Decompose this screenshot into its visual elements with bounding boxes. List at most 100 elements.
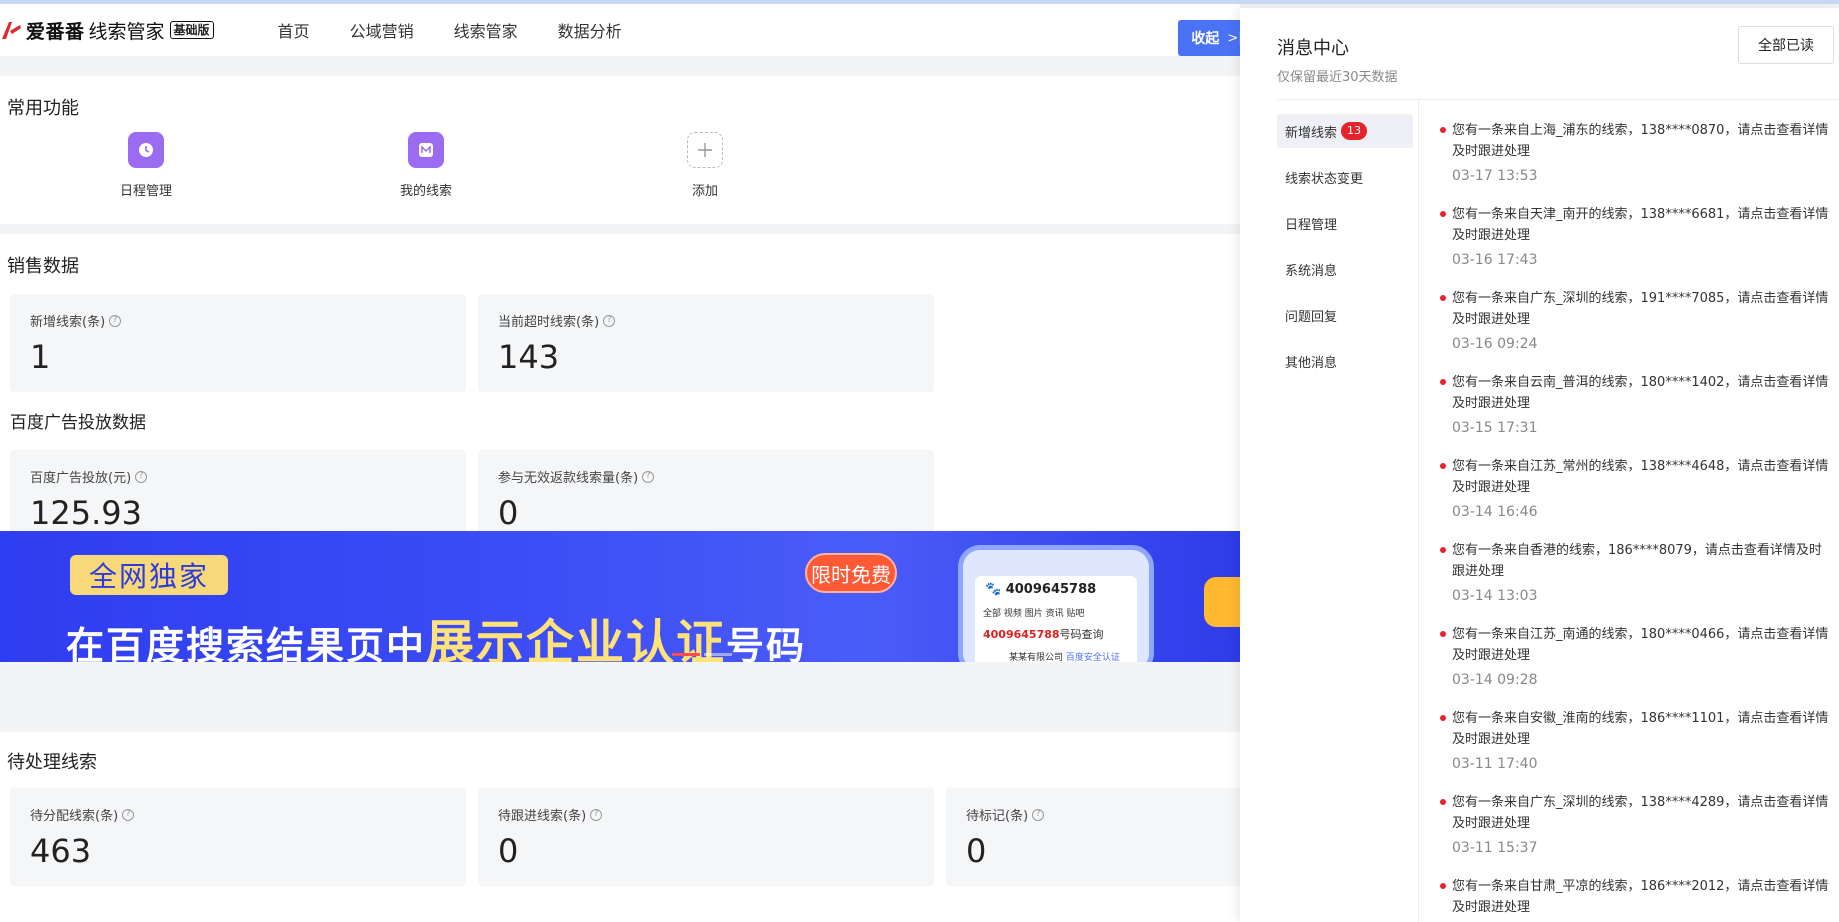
quick-item-schedule[interactable]: 日程管理 [86, 132, 206, 199]
category-lead-status-change[interactable]: 线索状态变更 [1277, 160, 1413, 194]
phone-tabs: 全部 视频 图片 资讯 贴吧 [983, 609, 1085, 619]
message-item[interactable]: 您有一条来自广东_深圳的线索，191****7085，请点击查看详情及时跟进处理… [1440, 288, 1830, 352]
baidu-ads-title: 百度广告投放数据 [10, 413, 146, 433]
message-text: 您有一条来自安徽_淮南的线索，186****1101，请点击查看详情及时跟进处理 [1440, 708, 1830, 750]
nav-home[interactable]: 首页 [278, 18, 310, 42]
message-item[interactable]: 您有一条来自天津_南开的线索，138****6681，请点击查看详情及时跟进处理… [1440, 204, 1830, 268]
quick-item-label: 我的线索 [399, 184, 452, 199]
nav-data-analysis[interactable]: 数据分析 [558, 18, 622, 42]
nav-public-marketing[interactable]: 公域营销 [350, 18, 414, 42]
product-name: 线索管家 [88, 20, 165, 43]
phone-cert-badge: 百度安全认证 [1065, 653, 1120, 662]
banner-text-before: 在百度搜索结果页中 [66, 623, 427, 662]
message-time: 03-14 09:28 [1452, 672, 1538, 688]
banner-carousel-dots [672, 653, 736, 656]
carousel-dot[interactable] [672, 653, 700, 656]
quick-item-add[interactable]: 添加 [645, 132, 765, 199]
quick-item-label: 日程管理 [119, 184, 172, 199]
quick-item-my-leads[interactable]: 我的线索 [366, 132, 486, 199]
sales-data-card: 销售数据 新增线索(条)? 1 当前超时线索(条)? 143 百度广告投放数据 … [0, 234, 1240, 564]
message-time: 03-16 09:24 [1452, 336, 1538, 352]
stat-label: 参与无效返款线索量(条)? [498, 467, 655, 486]
message-time: 03-11 15:37 [1452, 840, 1538, 856]
promo-banner[interactable]: 全网独家 在百度搜索结果页中展示企业认证号码 限时免费 🐾 4009645788… [0, 531, 1240, 662]
brand-name: 爱番番 [26, 20, 85, 43]
message-item[interactable]: 您有一条来自云南_普洱的线索，180****1402，请点击查看详情及时跟进处理… [1440, 372, 1830, 436]
banner-cta-button[interactable] [1204, 577, 1240, 627]
message-item[interactable]: 您有一条来自江苏_常州的线索，138****4648，请点击查看详情及时跟进处理… [1440, 456, 1830, 520]
stat-label: 待标记(条)? [966, 805, 1045, 824]
nav-leads-manager[interactable]: 线索管家 [454, 18, 518, 42]
help-icon[interactable]: ? [122, 808, 135, 821]
phone-company-line: 某某有限公司 百度安全认证 [1009, 650, 1120, 662]
stat-value: 0 [966, 832, 987, 870]
banner-phone-illustration: 🐾 4009645788 全部 视频 图片 资讯 贴吧 4009645788号码… [958, 545, 1154, 662]
stat-new-leads[interactable]: 新增线索(条)? 1 [10, 294, 466, 392]
help-icon[interactable]: ? [135, 470, 148, 483]
phone-company-name: 某某有限公司 [1009, 653, 1064, 662]
message-text: 您有一条来自云南_普洱的线索，180****1402，请点击查看详情及时跟进处理 [1440, 372, 1830, 414]
message-item[interactable]: 您有一条来自上海_浦东的线索，138****0870，请点击查看详情及时跟进处理… [1440, 120, 1830, 184]
help-icon[interactable]: ? [1032, 808, 1045, 821]
stat-value: 1 [30, 338, 51, 376]
message-time: 03-14 13:03 [1452, 588, 1538, 604]
mark-all-read-button[interactable]: 全部已读 [1738, 26, 1834, 64]
category-label: 新增线索 [1285, 125, 1338, 141]
category-other-messages[interactable]: 其他消息 [1277, 344, 1413, 378]
help-icon[interactable]: ? [642, 470, 655, 483]
panel-vertical-divider [1418, 100, 1419, 922]
stat-label-text: 当前超时线索(条) [498, 315, 600, 330]
sales-data-title: 销售数据 [7, 256, 79, 277]
stat-label: 百度广告投放(元)? [30, 467, 148, 486]
message-item[interactable]: 您有一条来自香港的线索，186****8079，请点击查看详情及时跟进处理 03-… [1440, 540, 1830, 604]
message-time: 03-14 16:46 [1452, 504, 1538, 520]
category-label: 系统消息 [1285, 263, 1338, 279]
stat-label: 新增线索(条)? [30, 311, 122, 330]
stat-label-text: 待标记(条) [966, 809, 1029, 824]
message-text: 您有一条来自甘肃_平凉的线索，186****2012，请点击查看详情及时跟进处理 [1440, 876, 1830, 918]
message-center-title: 消息中心 [1277, 38, 1349, 59]
stat-to-follow[interactable]: 待跟进线索(条)? 0 [478, 788, 934, 886]
stat-label-text: 参与无效返款线索量(条) [498, 471, 639, 486]
quick-functions-title: 常用功能 [7, 98, 79, 119]
stat-overdue-leads[interactable]: 当前超时线索(条)? 143 [478, 294, 934, 392]
stat-value: 0 [498, 494, 519, 532]
category-question-replies[interactable]: 问题回复 [1277, 298, 1413, 332]
stat-value: 463 [30, 832, 92, 870]
message-item[interactable]: 您有一条来自甘肃_平凉的线索，186****2012，请点击查看详情及时跟进处理 [1440, 876, 1830, 918]
category-label: 日程管理 [1285, 217, 1338, 233]
message-text: 您有一条来自天津_南开的线索，138****6681，请点击查看详情及时跟进处理 [1440, 204, 1830, 246]
category-system-messages[interactable]: 系统消息 [1277, 252, 1413, 286]
phone-query-line: 4009645788号码查询 [983, 626, 1104, 642]
quick-item-label: 添加 [691, 184, 718, 199]
message-text: 您有一条来自江苏_南通的线索，180****0466，请点击查看详情及时跟进处理 [1440, 624, 1830, 666]
stat-label-text: 新增线索(条) [30, 315, 106, 330]
collapse-label: 收起 [1191, 31, 1220, 47]
stat-to-assign[interactable]: 待分配线索(条)? 463 [10, 788, 466, 886]
message-time: 03-15 17:31 [1452, 420, 1538, 436]
message-item[interactable]: 您有一条来自安徽_淮南的线索，186****1101，请点击查看详情及时跟进处理… [1440, 708, 1830, 772]
carousel-dot[interactable] [704, 653, 732, 656]
help-icon[interactable]: ? [590, 808, 603, 821]
category-label: 线索状态变更 [1285, 171, 1364, 187]
message-item[interactable]: 您有一条来自广东_深圳的线索，138****4289，请点击查看详情及时跟进处理… [1440, 792, 1830, 856]
category-new-leads[interactable]: 新增线索 13 [1277, 114, 1413, 148]
help-icon[interactable]: ? [603, 314, 616, 327]
stat-label-text: 待分配线索(条) [30, 809, 119, 824]
help-icon[interactable]: ? [109, 314, 122, 327]
message-text: 您有一条来自香港的线索，186****8079，请点击查看详情及时跟进处理 [1440, 540, 1830, 582]
stat-label: 当前超时线索(条)? [498, 311, 616, 330]
brand-logo-icon [0, 19, 22, 41]
message-time: 03-11 17:40 [1452, 756, 1538, 772]
phone-query-number: 4009645788 [983, 628, 1060, 641]
phone-search-number: 🐾 4009645788 [985, 582, 1097, 597]
message-text: 您有一条来自江苏_常州的线索，138****4648，请点击查看详情及时跟进处理 [1440, 456, 1830, 498]
banner-text-after: 号码 [726, 623, 807, 662]
message-time: 03-17 13:53 [1452, 168, 1538, 184]
message-item[interactable]: 您有一条来自江苏_南通的线索，180****0466，请点击查看详情及时跟进处理… [1440, 624, 1830, 688]
message-text: 您有一条来自上海_浦东的线索，138****0870，请点击查看详情及时跟进处理 [1440, 120, 1830, 162]
logo[interactable]: 爱番番 线索管家 基础版 [0, 17, 214, 44]
stat-value: 143 [498, 338, 560, 376]
phone-screen: 🐾 4009645788 全部 视频 图片 资讯 贴吧 4009645788号码… [975, 576, 1137, 662]
category-schedule[interactable]: 日程管理 [1277, 206, 1413, 240]
